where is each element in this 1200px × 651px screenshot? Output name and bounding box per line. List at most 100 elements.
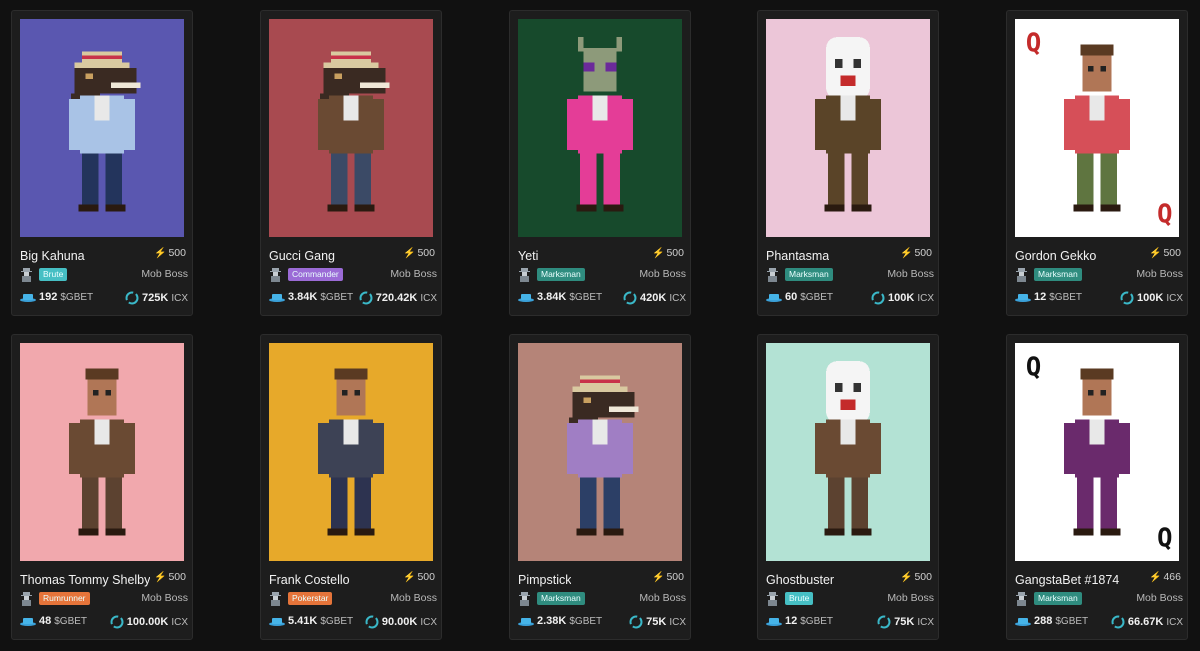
gangster-silhouette-icon xyxy=(270,592,281,606)
nft-card[interactable]: Thomas Tommy Shelby ⚡ 500 Rumrunner Mob … xyxy=(11,334,193,640)
nft-artwork[interactable] xyxy=(269,19,433,237)
rank-label: Mob Boss xyxy=(639,268,686,280)
nft-artwork[interactable] xyxy=(20,19,184,237)
icx-icon xyxy=(125,291,139,305)
icx-icon xyxy=(871,291,885,305)
rank-label: Mob Boss xyxy=(887,268,934,280)
rank-label: Mob Boss xyxy=(1136,592,1183,604)
bolt-icon: ⚡ xyxy=(1149,571,1162,583)
icx-unit: ICX xyxy=(1166,292,1183,304)
nft-card[interactable]: Phantasma ⚡ 500 Marksman Mob Boss 60 $GB… xyxy=(757,10,939,316)
gangster-silhouette-icon xyxy=(519,268,530,282)
bolt-icon: ⚡ xyxy=(403,571,416,583)
gbet-unit: $GBET xyxy=(320,291,354,303)
power-stat: ⚡ 500 xyxy=(154,247,186,259)
nft-name: Big Kahuna xyxy=(20,249,85,263)
nft-artwork[interactable] xyxy=(518,19,682,237)
icx-value: 100K xyxy=(888,292,915,304)
nft-artwork[interactable]: Q Q xyxy=(1015,19,1179,237)
gbet-unit: $GBET xyxy=(800,291,834,303)
gbet-value: 3.84K xyxy=(288,291,318,303)
bolt-icon: ⚡ xyxy=(1149,247,1162,259)
icx-stat: 420K ICX xyxy=(623,291,686,305)
nft-artwork-svg xyxy=(20,19,184,237)
nft-name: Gordon Gekko xyxy=(1015,249,1097,263)
gangster-silhouette-icon xyxy=(767,592,778,606)
rank-label: Mob Boss xyxy=(390,268,437,280)
nft-card[interactable]: Yeti ⚡ 500 Marksman Mob Boss 3.84K $GBET… xyxy=(509,10,691,316)
icx-stat: 66.67K ICX xyxy=(1111,615,1183,629)
bolt-icon: ⚡ xyxy=(652,571,665,583)
nft-card[interactable]: Q Q Gordon Gekko ⚡ 500 Marksman Mob Boss xyxy=(1006,10,1188,316)
role-badge: Pokerstar xyxy=(288,592,333,605)
nft-name: Phantasma xyxy=(766,249,830,263)
icx-stat: 90.00K ICX xyxy=(365,615,437,629)
svg-text:Q: Q xyxy=(1026,29,1041,59)
icx-value: 100.00K xyxy=(126,616,169,628)
gangster-silhouette-icon xyxy=(21,592,32,606)
role-badge: Brute xyxy=(39,268,68,281)
gbet-stat: 192 $GBET xyxy=(20,291,93,303)
gangster-silhouette-icon xyxy=(270,268,281,282)
power-value: 500 xyxy=(1163,247,1181,259)
nft-card[interactable]: Frank Costello ⚡ 500 Pokerstar Mob Boss … xyxy=(260,334,442,640)
nft-artwork[interactable] xyxy=(518,343,682,561)
gbet-value: 12 xyxy=(1034,291,1047,303)
gbet-stat: 2.38K $GBET xyxy=(518,615,602,627)
nft-artwork[interactable] xyxy=(20,343,184,561)
nft-card[interactable]: Gucci Gang ⚡ 500 Commander Mob Boss 3.84… xyxy=(260,10,442,316)
gbet-value: 288 xyxy=(1034,615,1053,627)
role-badge: Marksman xyxy=(537,268,585,281)
role-badge: Brute xyxy=(785,592,814,605)
nft-artwork-svg: Q Q xyxy=(1015,19,1179,237)
gbet-unit: $GBET xyxy=(800,615,834,627)
gbet-value: 3.84K xyxy=(537,291,567,303)
rank-label: Mob Boss xyxy=(390,592,437,604)
nft-artwork[interactable]: Q Q xyxy=(1015,343,1179,561)
gbet-unit: $GBET xyxy=(54,615,88,627)
power-stat: ⚡ 466 xyxy=(1149,571,1181,583)
nft-artwork-svg xyxy=(518,343,682,561)
nft-card[interactable]: Big Kahuna ⚡ 500 Brute Mob Boss 192 $GBE… xyxy=(11,10,193,316)
gbet-hat-icon xyxy=(518,617,534,626)
gbet-unit: $GBET xyxy=(569,291,603,303)
gangster-silhouette-icon xyxy=(767,268,778,282)
power-value: 500 xyxy=(417,571,435,583)
gbet-stat: 48 $GBET xyxy=(20,615,87,627)
rank-label: Mob Boss xyxy=(141,268,188,280)
nft-artwork-svg: Q Q xyxy=(1015,343,1179,561)
power-value: 466 xyxy=(1163,571,1181,583)
power-stat: ⚡ 500 xyxy=(403,247,435,259)
icx-icon xyxy=(365,615,379,629)
nft-artwork-svg xyxy=(20,343,184,561)
gbet-stat: 60 $GBET xyxy=(766,291,833,303)
gangster-silhouette-icon xyxy=(1016,592,1027,606)
icx-value: 75K xyxy=(894,616,915,628)
rank-label: Mob Boss xyxy=(639,592,686,604)
gangster-silhouette-icon xyxy=(1016,268,1027,282)
nft-name: Yeti xyxy=(518,249,539,263)
gbet-hat-icon xyxy=(518,293,534,302)
nft-artwork[interactable] xyxy=(766,19,930,237)
power-value: 500 xyxy=(417,247,435,259)
power-stat: ⚡ 500 xyxy=(1149,247,1181,259)
rank-label: Mob Boss xyxy=(887,592,934,604)
nft-artwork-svg xyxy=(269,19,433,237)
role-badge: Commander xyxy=(288,268,343,281)
nft-artwork[interactable] xyxy=(766,343,930,561)
icx-stat: 720.42K ICX xyxy=(359,291,437,305)
bolt-icon: ⚡ xyxy=(900,571,913,583)
nft-name: GangstaBet #1874 xyxy=(1015,573,1120,587)
power-stat: ⚡ 500 xyxy=(900,571,932,583)
nft-card[interactable]: Pimpstick ⚡ 500 Marksman Mob Boss 2.38K … xyxy=(509,334,691,640)
icx-value: 90.00K xyxy=(381,616,418,628)
bolt-icon: ⚡ xyxy=(154,571,167,583)
power-stat: ⚡ 500 xyxy=(403,571,435,583)
nft-artwork[interactable] xyxy=(269,343,433,561)
icx-stat: 100.00K ICX xyxy=(110,615,188,629)
nft-card[interactable]: Ghostbuster ⚡ 500 Brute Mob Boss 12 $GBE… xyxy=(757,334,939,640)
nft-card[interactable]: Q Q GangstaBet #1874 ⚡ 466 Marksman Mob … xyxy=(1006,334,1188,640)
rank-label: Mob Boss xyxy=(141,592,188,604)
power-stat: ⚡ 500 xyxy=(652,247,684,259)
gbet-hat-icon xyxy=(766,293,782,302)
